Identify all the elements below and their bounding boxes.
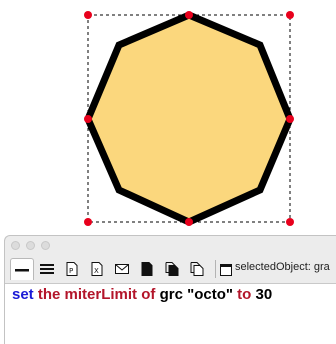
handle-middle-left[interactable]: [84, 115, 92, 123]
front-scripts-button[interactable]: [135, 258, 159, 280]
global-properties-button[interactable]: P: [60, 258, 84, 280]
object-name-literal: "octo": [187, 286, 233, 303]
pending-messages-button[interactable]: [110, 258, 134, 280]
global-variables-icon: X: [91, 262, 103, 276]
handle-bottom-right[interactable]: [286, 218, 294, 226]
card-canvas: [0, 0, 336, 235]
back-scripts-icon: [165, 262, 179, 276]
minimize-window-button[interactable]: [26, 241, 35, 250]
single-line-mode-button[interactable]: [10, 258, 34, 280]
close-window-button[interactable]: [11, 241, 20, 250]
selected-object-label: selectedObject: gra: [235, 261, 330, 273]
message-box-window: P X selectedObject: gra set the miterLim…: [4, 235, 336, 344]
multi-line-mode-button[interactable]: [35, 258, 59, 280]
front-scripts-icon: [141, 262, 153, 276]
window-frame-icon: [220, 264, 232, 276]
keyword-set: set: [12, 286, 34, 303]
single-line-icon: [15, 268, 29, 271]
message-box-toolbar: P X selectedObject: gra: [5, 256, 336, 283]
handle-bottom-middle[interactable]: [185, 218, 193, 226]
handle-top-middle[interactable]: [185, 11, 193, 19]
keyword-to: to: [237, 286, 252, 303]
multi-line-icon: [40, 264, 54, 274]
svg-text:X: X: [94, 267, 99, 275]
value-literal: 30: [255, 286, 273, 303]
libraries-button[interactable]: [185, 258, 209, 280]
zoom-window-button[interactable]: [41, 241, 50, 250]
back-scripts-button[interactable]: [160, 258, 184, 280]
message-box-titlebar[interactable]: [5, 236, 336, 256]
global-variables-button[interactable]: X: [85, 258, 109, 280]
toolbar-divider: [215, 260, 216, 278]
svg-text:P: P: [69, 267, 73, 275]
object-type-grc: grc: [159, 286, 183, 303]
keyword-of: of: [141, 286, 156, 303]
handle-bottom-left[interactable]: [84, 218, 92, 226]
handle-middle-right[interactable]: [286, 115, 294, 123]
octagon-graphic[interactable]: [84, 11, 294, 226]
handle-top-right[interactable]: [286, 11, 294, 19]
pending-messages-icon: [115, 264, 129, 274]
libraries-icon: [190, 262, 204, 276]
command-line[interactable]: set the miterLimit of grc "octo" to 30: [12, 286, 272, 303]
property-miterlimit: miterLimit: [64, 286, 138, 303]
handle-top-left[interactable]: [84, 11, 92, 19]
message-box-editor[interactable]: set the miterLimit of grc "octo" to 30: [5, 283, 336, 344]
keyword-the: the: [37, 286, 61, 303]
selected-object-checkbox[interactable]: [220, 263, 232, 281]
global-properties-icon: P: [66, 262, 78, 276]
canvas-svg: [84, 11, 294, 226]
